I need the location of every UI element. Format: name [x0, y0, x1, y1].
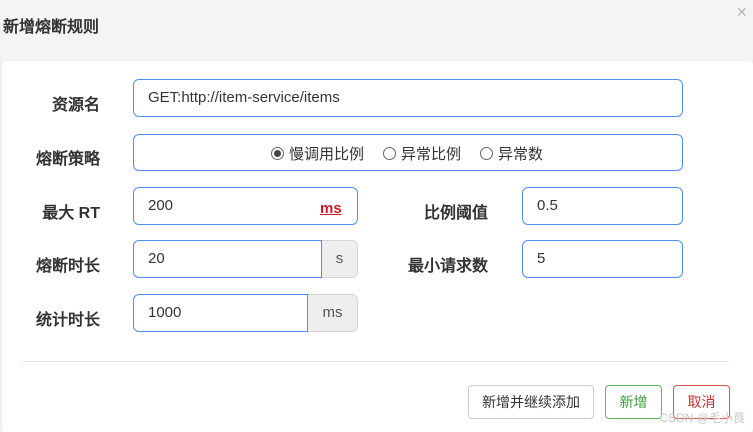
radio-label: 异常数 [498, 146, 544, 163]
max-rt-label: 最大 RT [42, 205, 100, 222]
radio-checked-icon [271, 147, 284, 160]
min-requests-input[interactable]: 5 [522, 240, 683, 278]
stat-duration-unit: ms [308, 294, 358, 332]
dialog-title: 新增熔断规则 [3, 19, 100, 36]
strategy-radio-group: 慢调用比例 异常比例 异常数 [133, 134, 683, 171]
add-and-continue-button[interactable]: 新增并继续添加 [468, 385, 594, 419]
add-button[interactable]: 新增 [605, 385, 662, 419]
radio-slow-call-ratio[interactable]: 慢调用比例 [271, 143, 364, 164]
ratio-threshold-input[interactable]: 0.5 [522, 187, 683, 225]
radio-unchecked-icon [480, 147, 493, 160]
radio-exception-count[interactable]: 异常数 [480, 143, 543, 164]
break-duration-unit: s [322, 240, 358, 278]
strategy-label: 熔断策略 [35, 151, 100, 168]
radio-label: 异常比例 [401, 146, 462, 163]
stat-duration-input[interactable]: 1000 [133, 294, 308, 332]
dialog-header: 新增熔断规则 × [0, 0, 753, 60]
radio-label: 慢调用比例 [289, 146, 365, 163]
resource-input[interactable]: GET:http://item-service/items [133, 79, 683, 117]
break-duration-label: 熔断时长 [35, 258, 100, 275]
break-duration-input[interactable]: 20 [133, 240, 322, 278]
min-requests-label: 最小请求数 [407, 258, 488, 275]
ratio-threshold-label: 比例阈值 [423, 205, 488, 222]
max-rt-unit: ms [320, 200, 342, 217]
watermark: CSDN @毛小茛 [659, 411, 745, 425]
stat-duration-label: 统计时长 [35, 312, 100, 329]
resource-label: 资源名 [51, 97, 100, 114]
footer-divider [22, 361, 729, 362]
radio-unchecked-icon [383, 147, 396, 160]
radio-exception-ratio[interactable]: 异常比例 [383, 143, 461, 164]
close-icon[interactable]: × [736, 2, 747, 22]
